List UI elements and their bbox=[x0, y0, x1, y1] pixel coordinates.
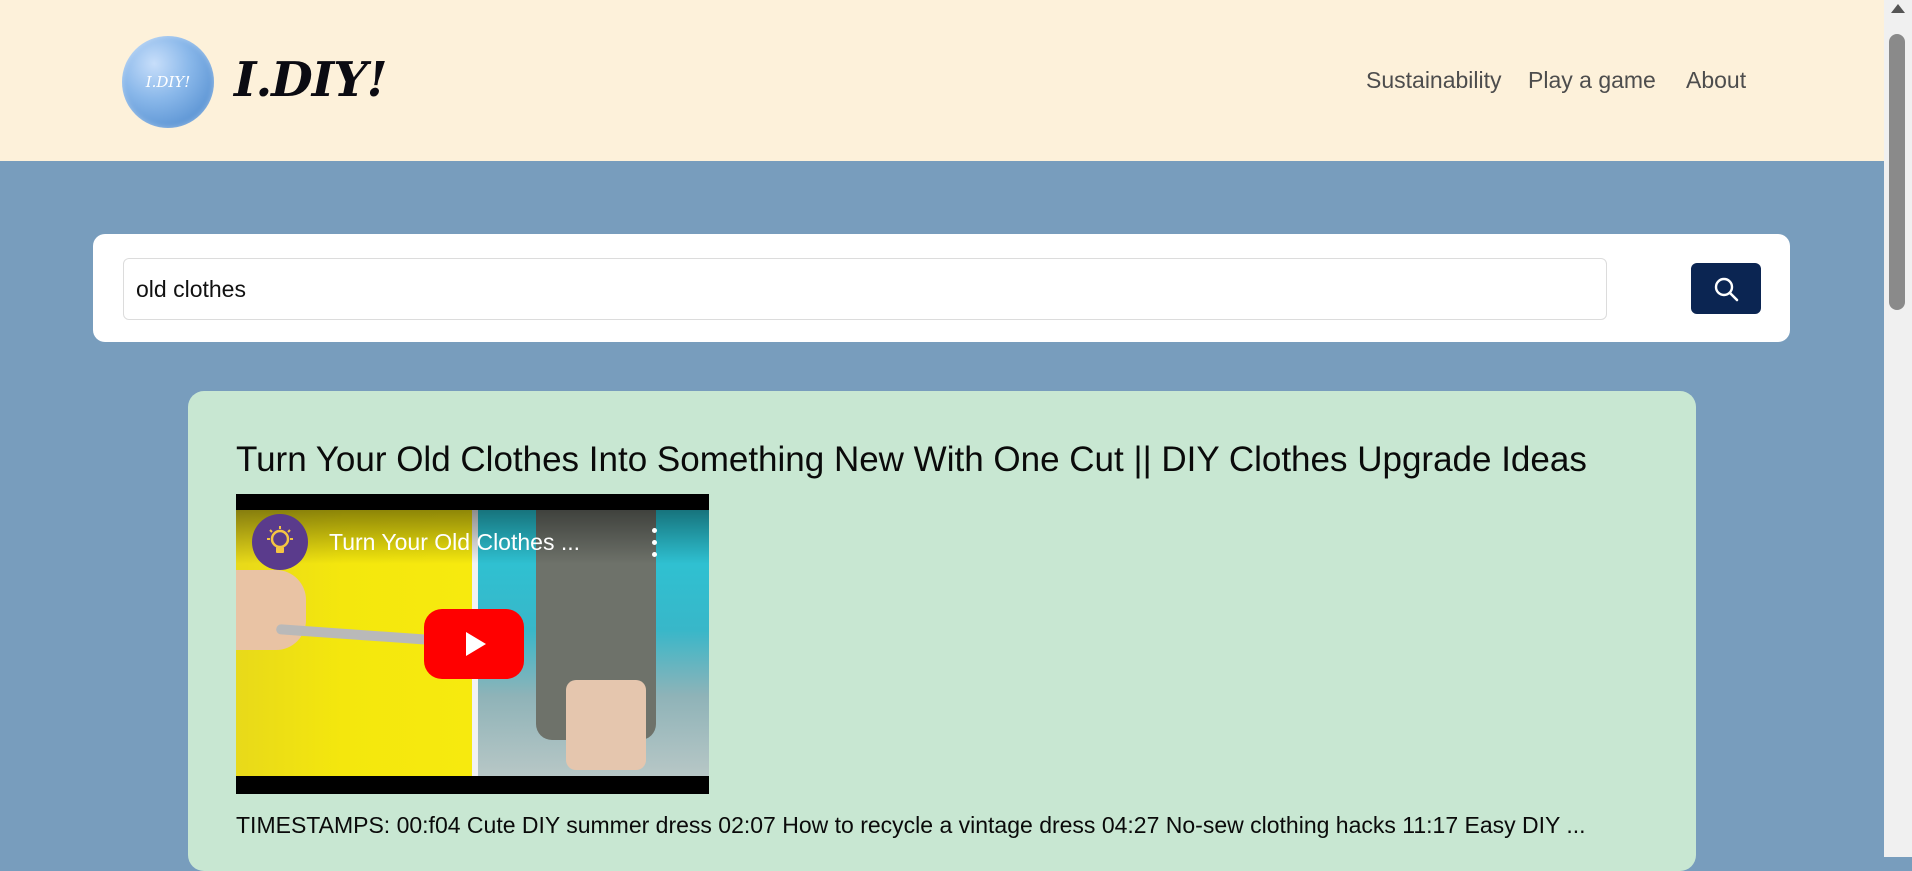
logo-badge-text: I.DIY! bbox=[145, 73, 191, 91]
page-scrollbar[interactable] bbox=[1884, 0, 1912, 857]
video-player[interactable]: Turn Your Old Clothes ... bbox=[236, 494, 709, 794]
play-icon bbox=[466, 632, 486, 656]
thumbnail-legs bbox=[566, 680, 646, 770]
thumbnail-arm bbox=[236, 570, 306, 650]
search-button[interactable] bbox=[1691, 263, 1761, 314]
scroll-up-arrow-icon[interactable] bbox=[1891, 4, 1905, 13]
scrollbar-thumb[interactable] bbox=[1889, 34, 1905, 310]
nav-link-sustainability[interactable]: Sustainability bbox=[1366, 66, 1502, 94]
nav-link-about[interactable]: About bbox=[1686, 66, 1746, 94]
search-card bbox=[93, 234, 1790, 342]
search-input[interactable] bbox=[123, 258, 1607, 320]
result-description: TIMESTAMPS: 00:f04 Cute DIY summer dress… bbox=[236, 812, 1586, 838]
nav-link-play-a-game[interactable]: Play a game bbox=[1528, 66, 1656, 94]
channel-avatar[interactable] bbox=[252, 514, 308, 570]
video-title[interactable]: Turn Your Old Clothes ... bbox=[329, 528, 629, 556]
lightbulb-icon bbox=[267, 526, 293, 553]
site-header: I.DIY! I.DIY! Sustainability Play a game… bbox=[0, 0, 1884, 161]
more-vert-icon[interactable] bbox=[644, 524, 664, 560]
site-logo-text[interactable]: I.DIY! bbox=[234, 48, 388, 112]
search-icon bbox=[1714, 277, 1739, 301]
play-button[interactable] bbox=[424, 609, 524, 679]
result-title[interactable]: Turn Your Old Clothes Into Something New… bbox=[236, 439, 1676, 481]
result-card: Turn Your Old Clothes Into Something New… bbox=[188, 391, 1696, 871]
logo-badge[interactable]: I.DIY! bbox=[122, 36, 214, 128]
